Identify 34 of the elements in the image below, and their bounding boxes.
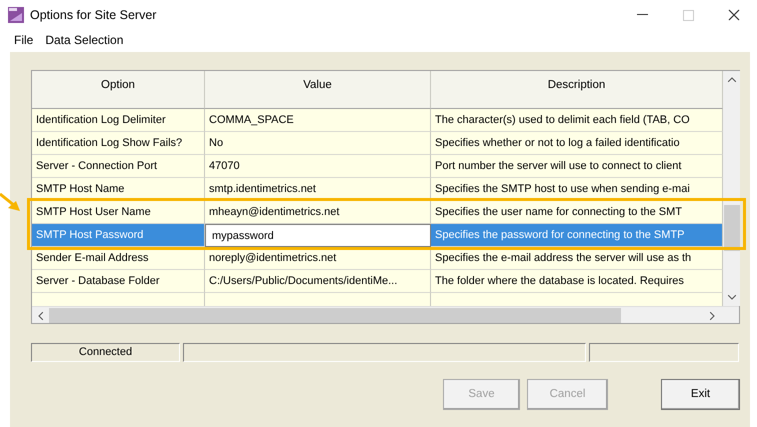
table-cell: Port number the server will use to connect to client bbox=[431, 155, 723, 178]
table-cell: Identification Log Show Fails? bbox=[32, 132, 205, 155]
table-cell: The character(s) used to delimit each field (TAB, CO bbox=[431, 109, 723, 132]
horizontal-scrollbar[interactable] bbox=[32, 306, 739, 323]
column-header[interactable]: Description bbox=[431, 71, 723, 109]
table-cell: COMMA_SPACE bbox=[205, 109, 431, 132]
vertical-scrollbar[interactable] bbox=[723, 71, 740, 306]
menu-item[interactable]: File bbox=[14, 31, 34, 49]
close-icon[interactable] bbox=[728, 9, 740, 21]
arrow-drawing bbox=[0, 193, 22, 213]
table-cell: mheayn@identimetrics.net bbox=[205, 201, 431, 224]
column-header[interactable]: Value bbox=[205, 71, 431, 109]
table-cell: No bbox=[205, 132, 431, 155]
table-cell: The folder where the database is located. Requires bbox=[431, 270, 723, 293]
table-cell: Specifies whether or not to log a failed identificatio bbox=[431, 132, 723, 155]
minimize-icon[interactable] bbox=[636, 14, 648, 16]
table-cell: Server - Connection Port bbox=[32, 155, 205, 178]
table-cell: C:/Users/Public/Documents/identiMe... bbox=[205, 270, 431, 293]
column-header[interactable]: Option bbox=[32, 71, 205, 109]
table-cell: Identification Log Delimiter bbox=[32, 109, 205, 132]
table-cell: Specifies the password for connecting to the SMTP bbox=[431, 224, 723, 247]
status-text: Connected bbox=[31, 343, 180, 362]
scroll-thumb[interactable] bbox=[724, 205, 740, 251]
window-title: Options for Site Server bbox=[30, 6, 156, 24]
table-cell: SMTP Host Password bbox=[32, 224, 205, 247]
table-cell: SMTP Host User Name bbox=[32, 201, 205, 224]
table-cell: Server - Database Folder bbox=[32, 270, 205, 293]
exit-button[interactable]: Exit bbox=[661, 379, 740, 410]
value-input[interactable]: mypassword bbox=[205, 224, 431, 247]
table-cell: 47070 bbox=[205, 155, 431, 178]
app-icon bbox=[8, 7, 24, 23]
table-cell: Specifies the user name for connecting to the SMT bbox=[431, 201, 723, 224]
scroll-thumb[interactable] bbox=[49, 308, 621, 323]
menu-item[interactable]: Data Selection bbox=[45, 31, 124, 49]
